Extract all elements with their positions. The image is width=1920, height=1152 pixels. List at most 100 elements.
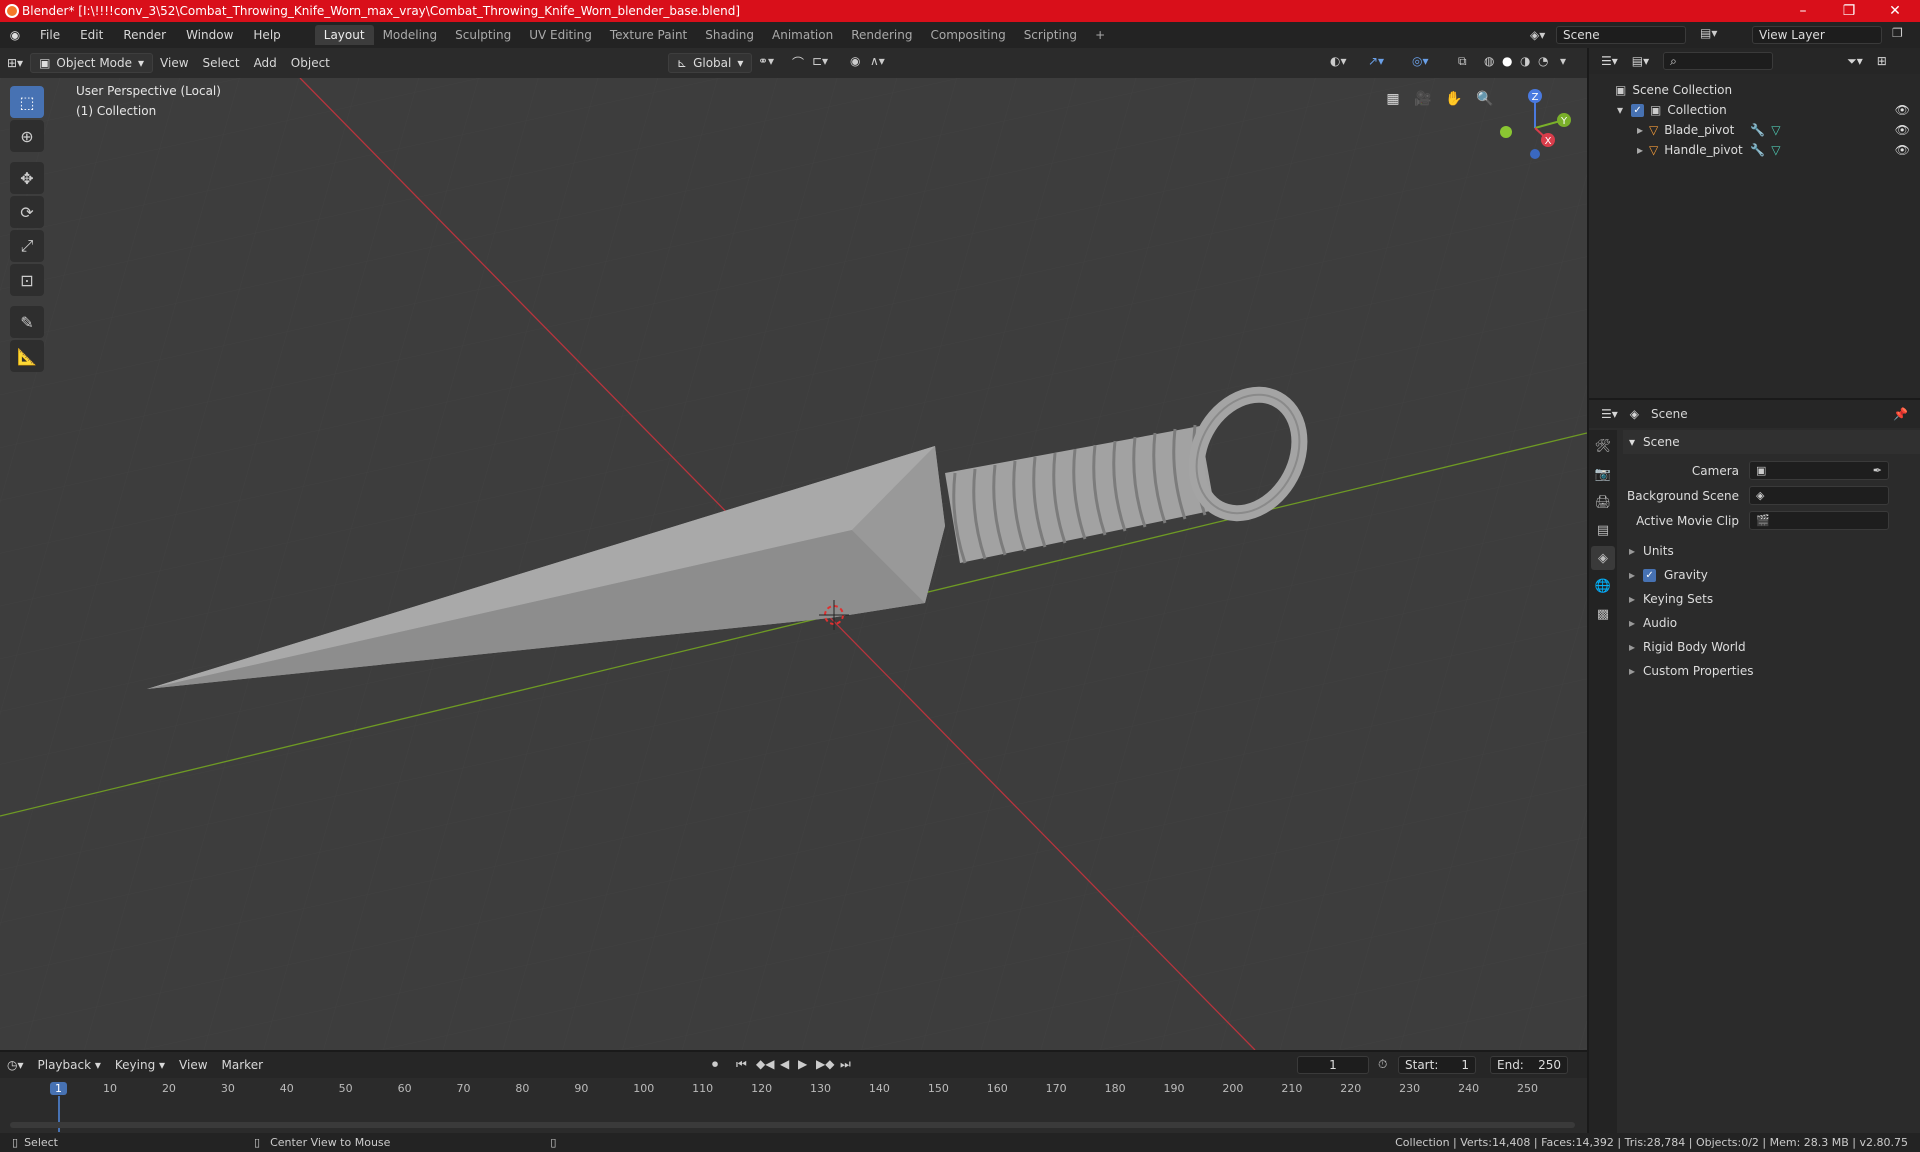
close-button[interactable]: ✕ bbox=[1872, 0, 1918, 22]
tab-layout[interactable]: Layout bbox=[314, 25, 374, 45]
rotate-tool-icon[interactable]: ⟳ bbox=[10, 196, 44, 228]
falloff-icon[interactable]: ∧▾ bbox=[870, 54, 885, 68]
eye-icon[interactable]: 👁 bbox=[1895, 123, 1910, 137]
mesh-data-icon[interactable]: ▽ bbox=[1771, 123, 1780, 137]
proportional-edit-icon[interactable]: ◉ bbox=[850, 54, 860, 68]
menu-window[interactable]: Window bbox=[176, 28, 243, 42]
expand-arrow-icon[interactable]: ▸ bbox=[1637, 143, 1643, 157]
modifier-wrench-icon[interactable]: 🔧 bbox=[1750, 123, 1765, 137]
pivot-icon[interactable]: ⚭▾ bbox=[758, 54, 774, 68]
minimize-button[interactable]: – bbox=[1780, 0, 1826, 22]
tool-tab-icon[interactable]: 🛠 bbox=[1591, 434, 1615, 458]
world-tab-icon[interactable]: 🌐 bbox=[1591, 574, 1615, 598]
new-collection-icon[interactable]: ⊞ bbox=[1877, 54, 1887, 68]
visibility-icon[interactable]: ◐▾ bbox=[1330, 54, 1347, 68]
eyedropper-icon[interactable]: ✒ bbox=[1873, 464, 1882, 477]
collection-checkbox[interactable]: ✓ bbox=[1631, 103, 1645, 117]
menu-playback[interactable]: Playback ▾ bbox=[31, 1056, 108, 1074]
outliner-editor-icon[interactable]: ☰▾ bbox=[1601, 54, 1618, 68]
navigation-gizmo[interactable]: Z Y X bbox=[1490, 78, 1580, 168]
tab-texture-paint[interactable]: Texture Paint bbox=[601, 25, 696, 45]
solid-shading-icon[interactable]: ● bbox=[1502, 54, 1512, 68]
menu-help[interactable]: Help bbox=[243, 28, 290, 42]
custom-properties-section[interactable]: ▸ Custom Properties bbox=[1623, 659, 1920, 683]
menu-view[interactable]: View bbox=[153, 54, 195, 72]
menu-marker[interactable]: Marker bbox=[215, 1056, 270, 1074]
orientation-dropdown[interactable]: ⊾ Global ▾ bbox=[668, 53, 753, 73]
background-scene-field[interactable]: ◈ bbox=[1749, 486, 1889, 505]
audio-section[interactable]: ▸ Audio bbox=[1623, 611, 1920, 635]
eye-icon[interactable]: 👁 bbox=[1895, 143, 1910, 157]
outliner-item-handle-pivot[interactable]: ▸ ▽ Handle_pivot 🔧 ▽ 👁 bbox=[1589, 140, 1920, 160]
outliner-item-blade-pivot[interactable]: ▸ ▽ Blade_pivot 🔧 ▽ 👁 bbox=[1589, 120, 1920, 140]
play-icon[interactable]: ▶ bbox=[798, 1057, 807, 1071]
blender-menu-icon[interactable]: ◉ bbox=[0, 28, 30, 42]
movie-clip-field[interactable]: 🎬 bbox=[1749, 511, 1889, 530]
filter-icon[interactable]: ⏷▾ bbox=[1847, 54, 1863, 69]
cursor-tool-icon[interactable]: ⊕ bbox=[10, 120, 44, 152]
pin-icon[interactable]: 📌 bbox=[1893, 407, 1908, 421]
tab-compositing[interactable]: Compositing bbox=[921, 25, 1014, 45]
snap-icon[interactable]: ⌒ bbox=[792, 54, 804, 71]
transform-tool-icon[interactable]: ⊡ bbox=[10, 264, 44, 296]
timeline-scrollbar[interactable] bbox=[10, 1122, 1575, 1128]
viewlayer-icon[interactable]: ▤▾ bbox=[1700, 26, 1717, 40]
render-tab-icon[interactable]: 📷 bbox=[1591, 462, 1615, 486]
shading-options-icon[interactable]: ▾ bbox=[1560, 54, 1566, 68]
jump-end-icon[interactable]: ⏭ bbox=[840, 1057, 851, 1072]
toggle-camera-grid-icon[interactable]: ▦ bbox=[1380, 86, 1406, 112]
wireframe-shading-icon[interactable]: ◍ bbox=[1484, 54, 1494, 68]
scene-selector-icon[interactable]: ◈▾ bbox=[1530, 28, 1545, 42]
add-workspace-icon[interactable]: + bbox=[1086, 25, 1114, 45]
camera-field[interactable]: ▣ ✒ bbox=[1749, 461, 1889, 480]
snap-target-icon[interactable]: ⊏▾ bbox=[812, 54, 828, 68]
rendered-shading-icon[interactable]: ◔ bbox=[1538, 54, 1548, 68]
menu-add[interactable]: Add bbox=[247, 54, 284, 72]
jump-keyframe-forward-icon[interactable]: ▶◆ bbox=[816, 1057, 834, 1071]
output-tab-icon[interactable]: 🖨 bbox=[1591, 490, 1615, 514]
menu-file[interactable]: File bbox=[30, 28, 70, 42]
gravity-checkbox[interactable]: ✓ bbox=[1643, 568, 1657, 582]
menu-render[interactable]: Render bbox=[113, 28, 176, 42]
record-icon[interactable]: ⏺ bbox=[712, 1057, 718, 1072]
display-mode-icon[interactable]: ▤▾ bbox=[1632, 54, 1649, 68]
timeline-editor-icon[interactable]: ◷▾ bbox=[0, 1056, 31, 1074]
select-box-tool-icon[interactable]: ⬚ bbox=[10, 86, 44, 118]
tab-rendering[interactable]: Rendering bbox=[842, 25, 921, 45]
tab-shading[interactable]: Shading bbox=[696, 25, 763, 45]
stopwatch-icon[interactable]: ⏱ bbox=[1378, 1057, 1387, 1072]
rigid-body-world-section[interactable]: ▸ Rigid Body World bbox=[1623, 635, 1920, 659]
camera-view-icon[interactable]: 🎥 bbox=[1410, 86, 1436, 112]
viewlayer-field[interactable]: View Layer bbox=[1752, 26, 1882, 44]
scale-tool-icon[interactable]: ⤢ bbox=[10, 230, 44, 262]
outliner-collection[interactable]: ▾ ✓ ▣ Collection 👁 bbox=[1589, 100, 1920, 120]
properties-editor-icon[interactable]: ☰▾ bbox=[1601, 407, 1618, 421]
gizmo-toggle-icon[interactable]: ↗▾ bbox=[1368, 54, 1384, 68]
xray-icon[interactable]: ⧉ bbox=[1458, 54, 1467, 69]
mesh-data-icon[interactable]: ▽ bbox=[1771, 143, 1780, 157]
expand-arrow-icon[interactable]: ▾ bbox=[1617, 103, 1623, 117]
menu-edit[interactable]: Edit bbox=[70, 28, 113, 42]
annotate-tool-icon[interactable]: ✎ bbox=[10, 306, 44, 338]
mode-dropdown[interactable]: ▣ Object Mode ▾ bbox=[30, 53, 154, 73]
jump-keyframe-back-icon[interactable]: ◆◀ bbox=[756, 1057, 774, 1071]
outliner-search-input[interactable]: ⌕ bbox=[1663, 52, 1774, 70]
maximize-button[interactable]: ❐ bbox=[1826, 0, 1872, 22]
overlay-toggle-icon[interactable]: ◎▾ bbox=[1412, 54, 1429, 68]
texture-tab-icon[interactable]: ▩ bbox=[1591, 602, 1615, 626]
jump-start-icon[interactable]: ⏮ bbox=[736, 1057, 747, 1072]
expand-arrow-icon[interactable]: ▸ bbox=[1637, 123, 1643, 137]
scene-tab-icon[interactable]: ◈ bbox=[1591, 546, 1615, 570]
eye-icon[interactable]: 👁 bbox=[1895, 103, 1910, 117]
pan-hand-icon[interactable]: ✋ bbox=[1441, 86, 1467, 112]
measure-tool-icon[interactable]: 📐 bbox=[10, 340, 44, 372]
current-frame-field[interactable]: 1 bbox=[1297, 1056, 1369, 1074]
tab-modeling[interactable]: Modeling bbox=[374, 25, 447, 45]
tab-scripting[interactable]: Scripting bbox=[1015, 25, 1086, 45]
menu-object[interactable]: Object bbox=[284, 54, 337, 72]
3d-viewport[interactable]: User Perspective (Local) (1) Collection … bbox=[0, 78, 1587, 1050]
new-viewlayer-icon[interactable]: ❐ bbox=[1892, 26, 1903, 40]
units-section[interactable]: ▸ Units bbox=[1623, 539, 1920, 563]
view-layer-tab-icon[interactable]: ▤ bbox=[1591, 518, 1615, 542]
end-frame-field[interactable]: End: 250 bbox=[1490, 1056, 1568, 1074]
